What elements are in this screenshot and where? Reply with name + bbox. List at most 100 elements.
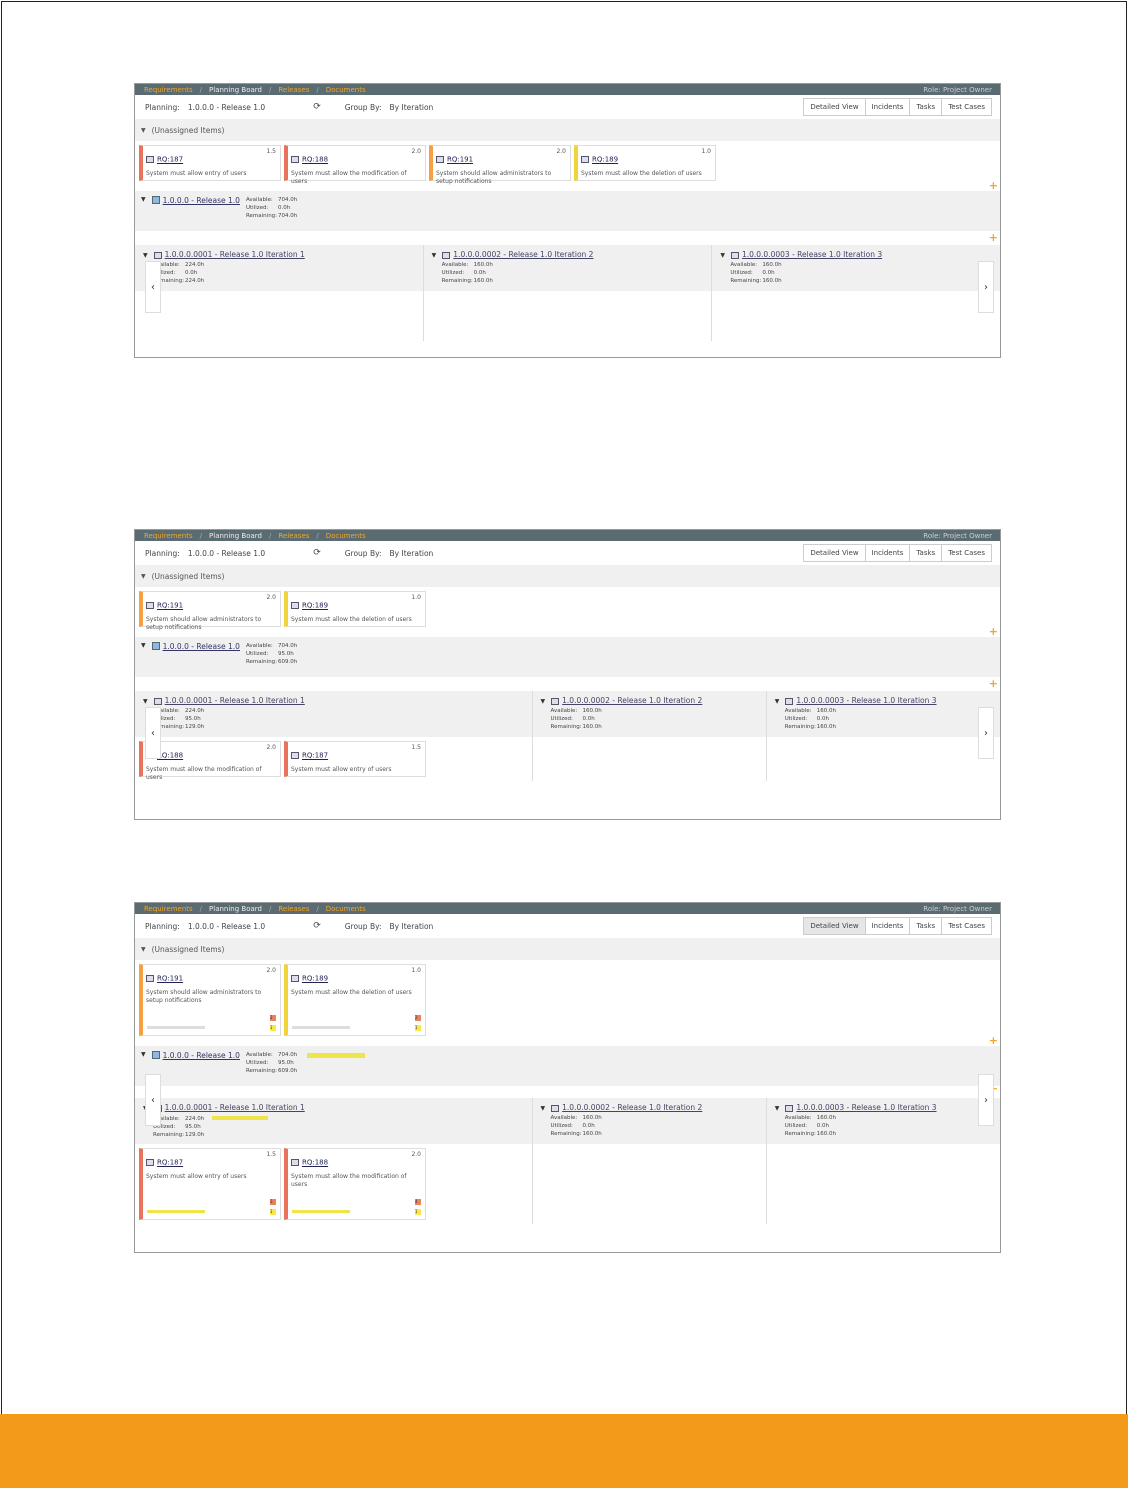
- collapse-icon[interactable]: ▼: [141, 1051, 146, 1058]
- collapse-icon[interactable]: ▼: [432, 252, 437, 259]
- test-count-badge: 1: [415, 1025, 421, 1031]
- iteration-link[interactable]: 1.0.0.0.0003 - Release 1.0 Iteration 3: [742, 250, 882, 259]
- scroll-right-button[interactable]: ›: [978, 707, 995, 759]
- requirement-card[interactable]: RQ:187 1.5 System must allow entry of us…: [139, 145, 281, 181]
- collapse-icon[interactable]: ▼: [775, 698, 780, 705]
- release-link[interactable]: 1.0.0.0 - Release 1.0: [163, 196, 240, 205]
- requirement-card[interactable]: RQ:191 2.0 System should allow administr…: [139, 964, 281, 1036]
- iteration-link[interactable]: 1.0.0.0.0002 - Release 1.0 Iteration 2: [562, 1103, 702, 1112]
- scroll-right-button[interactable]: ›: [978, 261, 995, 313]
- requirement-card[interactable]: RQ:187 1.5 System must allow entry of us…: [284, 741, 426, 777]
- planning-label: Planning:: [145, 921, 180, 931]
- collapse-icon[interactable]: ▼: [541, 1105, 546, 1112]
- footer-band: [0, 1414, 1128, 1488]
- progress-bar: [292, 1210, 350, 1213]
- iteration-link[interactable]: 1.0.0.0.0001 - Release 1.0 Iteration 1: [165, 250, 305, 259]
- requirement-id[interactable]: RQ:188: [302, 1159, 328, 1167]
- add-icon[interactable]: +: [989, 231, 998, 244]
- requirement-id[interactable]: RQ:188: [302, 156, 328, 164]
- refresh-icon[interactable]: ⟳: [313, 921, 321, 931]
- requirement-id[interactable]: RQ:191: [157, 602, 183, 610]
- tasks-button[interactable]: Tasks: [910, 545, 943, 561]
- add-icon[interactable]: +: [989, 677, 998, 690]
- breadcrumb-documents[interactable]: Documents: [326, 532, 366, 540]
- collapse-icon[interactable]: ▼: [141, 127, 146, 134]
- scroll-left-button[interactable]: ‹: [145, 1074, 161, 1126]
- collapse-icon[interactable]: ▼: [541, 698, 546, 705]
- incidents-button[interactable]: Incidents: [866, 99, 911, 115]
- scroll-left-button[interactable]: ‹: [145, 707, 161, 759]
- requirement-id[interactable]: RQ:189: [592, 156, 618, 164]
- breadcrumb-planning-board[interactable]: Planning Board: [209, 905, 262, 913]
- detailed-view-button[interactable]: Detailed View: [804, 918, 866, 934]
- test-cases-button[interactable]: Test Cases: [942, 99, 991, 115]
- add-icon[interactable]: +: [989, 1034, 998, 1047]
- incidents-button[interactable]: Incidents: [866, 545, 911, 561]
- iteration-link[interactable]: 1.0.0.0.0001 - Release 1.0 Iteration 1: [165, 696, 305, 705]
- requirement-card[interactable]: RQ:188 2.0 System must allow the modific…: [284, 145, 426, 185]
- requirement-id[interactable]: RQ:189: [302, 602, 328, 610]
- collapse-icon[interactable]: ▼: [141, 946, 146, 953]
- requirement-card[interactable]: RQ:187 1.5 System must allow entry of us…: [139, 1148, 281, 1220]
- tasks-button[interactable]: Tasks: [910, 99, 943, 115]
- collapse-icon[interactable]: ▼: [141, 196, 146, 203]
- requirement-id[interactable]: RQ:191: [157, 975, 183, 983]
- requirement-card[interactable]: RQ:188 2.0 System must allow the modific…: [284, 1148, 426, 1220]
- iteration-link[interactable]: 1.0.0.0.0002 - Release 1.0 Iteration 2: [562, 696, 702, 705]
- breadcrumb-releases[interactable]: Releases: [278, 905, 309, 913]
- detailed-view-button[interactable]: Detailed View: [804, 545, 866, 561]
- groupby-select[interactable]: By Iteration: [390, 922, 434, 931]
- test-cases-button[interactable]: Test Cases: [942, 918, 991, 934]
- refresh-icon[interactable]: ⟳: [313, 548, 321, 558]
- collapse-icon[interactable]: ▼: [143, 698, 148, 705]
- requirement-id[interactable]: RQ:187: [157, 1159, 183, 1167]
- breadcrumb-requirements[interactable]: Requirements: [144, 86, 193, 94]
- iteration-column: ▼ 1.0.0.0.0003 - Release 1.0 Iteration 3 …: [766, 691, 1000, 781]
- requirement-id[interactable]: RQ:187: [157, 156, 183, 164]
- iteration-icon: [785, 697, 794, 705]
- breadcrumb-releases[interactable]: Releases: [278, 532, 309, 540]
- collapse-icon[interactable]: ▼: [141, 642, 146, 649]
- groupby-select[interactable]: By Iteration: [390, 103, 434, 112]
- iteration-link[interactable]: 1.0.0.0.0002 - Release 1.0 Iteration 2: [453, 250, 593, 259]
- requirement-id[interactable]: RQ:191: [447, 156, 473, 164]
- release-link[interactable]: 1.0.0.0 - Release 1.0: [163, 1051, 240, 1060]
- collapse-icon[interactable]: ▼: [720, 252, 725, 259]
- scroll-left-button[interactable]: ‹: [145, 261, 161, 313]
- collapse-icon[interactable]: ▼: [775, 1105, 780, 1112]
- detailed-view-button[interactable]: Detailed View: [804, 99, 866, 115]
- requirement-desc: System should allow administrators to se…: [146, 989, 262, 1004]
- add-icon[interactable]: +: [989, 625, 998, 638]
- requirement-id[interactable]: RQ:187: [302, 752, 328, 760]
- breadcrumb-requirements[interactable]: Requirements: [144, 905, 193, 913]
- planning-select[interactable]: 1.0.0.0 - Release 1.0: [188, 922, 265, 931]
- iteration-link[interactable]: 1.0.0.0.0001 - Release 1.0 Iteration 1: [165, 1103, 305, 1112]
- breadcrumb-requirements[interactable]: Requirements: [144, 532, 193, 540]
- breadcrumb-planning-board[interactable]: Planning Board: [209, 532, 262, 540]
- incidents-button[interactable]: Incidents: [866, 918, 911, 934]
- requirement-card[interactable]: RQ:189 1.0 System must allow the deletio…: [284, 964, 426, 1036]
- requirement-card[interactable]: RQ:189 1.0 System must allow the deletio…: [574, 145, 716, 181]
- iteration-link[interactable]: 1.0.0.0.0003 - Release 1.0 Iteration 3: [796, 696, 936, 705]
- breadcrumb-planning-board[interactable]: Planning Board: [209, 86, 262, 94]
- test-cases-button[interactable]: Test Cases: [942, 545, 991, 561]
- groupby-select[interactable]: By Iteration: [390, 549, 434, 558]
- breadcrumb-documents[interactable]: Documents: [326, 86, 366, 94]
- requirement-id[interactable]: RQ:189: [302, 975, 328, 983]
- refresh-icon[interactable]: ⟳: [313, 102, 321, 112]
- requirement-card[interactable]: RQ:189 1.0 System must allow the deletio…: [284, 591, 426, 627]
- collapse-icon[interactable]: ▼: [143, 252, 148, 259]
- scroll-right-button[interactable]: ›: [978, 1074, 995, 1126]
- unassigned-label: (Unassigned Items): [151, 571, 225, 581]
- collapse-icon[interactable]: ▼: [141, 573, 146, 580]
- breadcrumb-documents[interactable]: Documents: [326, 905, 366, 913]
- release-link[interactable]: 1.0.0.0 - Release 1.0: [163, 642, 240, 651]
- planning-select[interactable]: 1.0.0.0 - Release 1.0: [188, 549, 265, 558]
- requirement-card[interactable]: RQ:191 2.0 System should allow administr…: [429, 145, 571, 185]
- planning-select[interactable]: 1.0.0.0 - Release 1.0: [188, 103, 265, 112]
- breadcrumb-releases[interactable]: Releases: [278, 86, 309, 94]
- add-icon[interactable]: +: [989, 179, 998, 192]
- iteration-link[interactable]: 1.0.0.0.0003 - Release 1.0 Iteration 3: [796, 1103, 936, 1112]
- requirement-card[interactable]: RQ:191 2.0 System should allow administr…: [139, 591, 281, 631]
- tasks-button[interactable]: Tasks: [910, 918, 943, 934]
